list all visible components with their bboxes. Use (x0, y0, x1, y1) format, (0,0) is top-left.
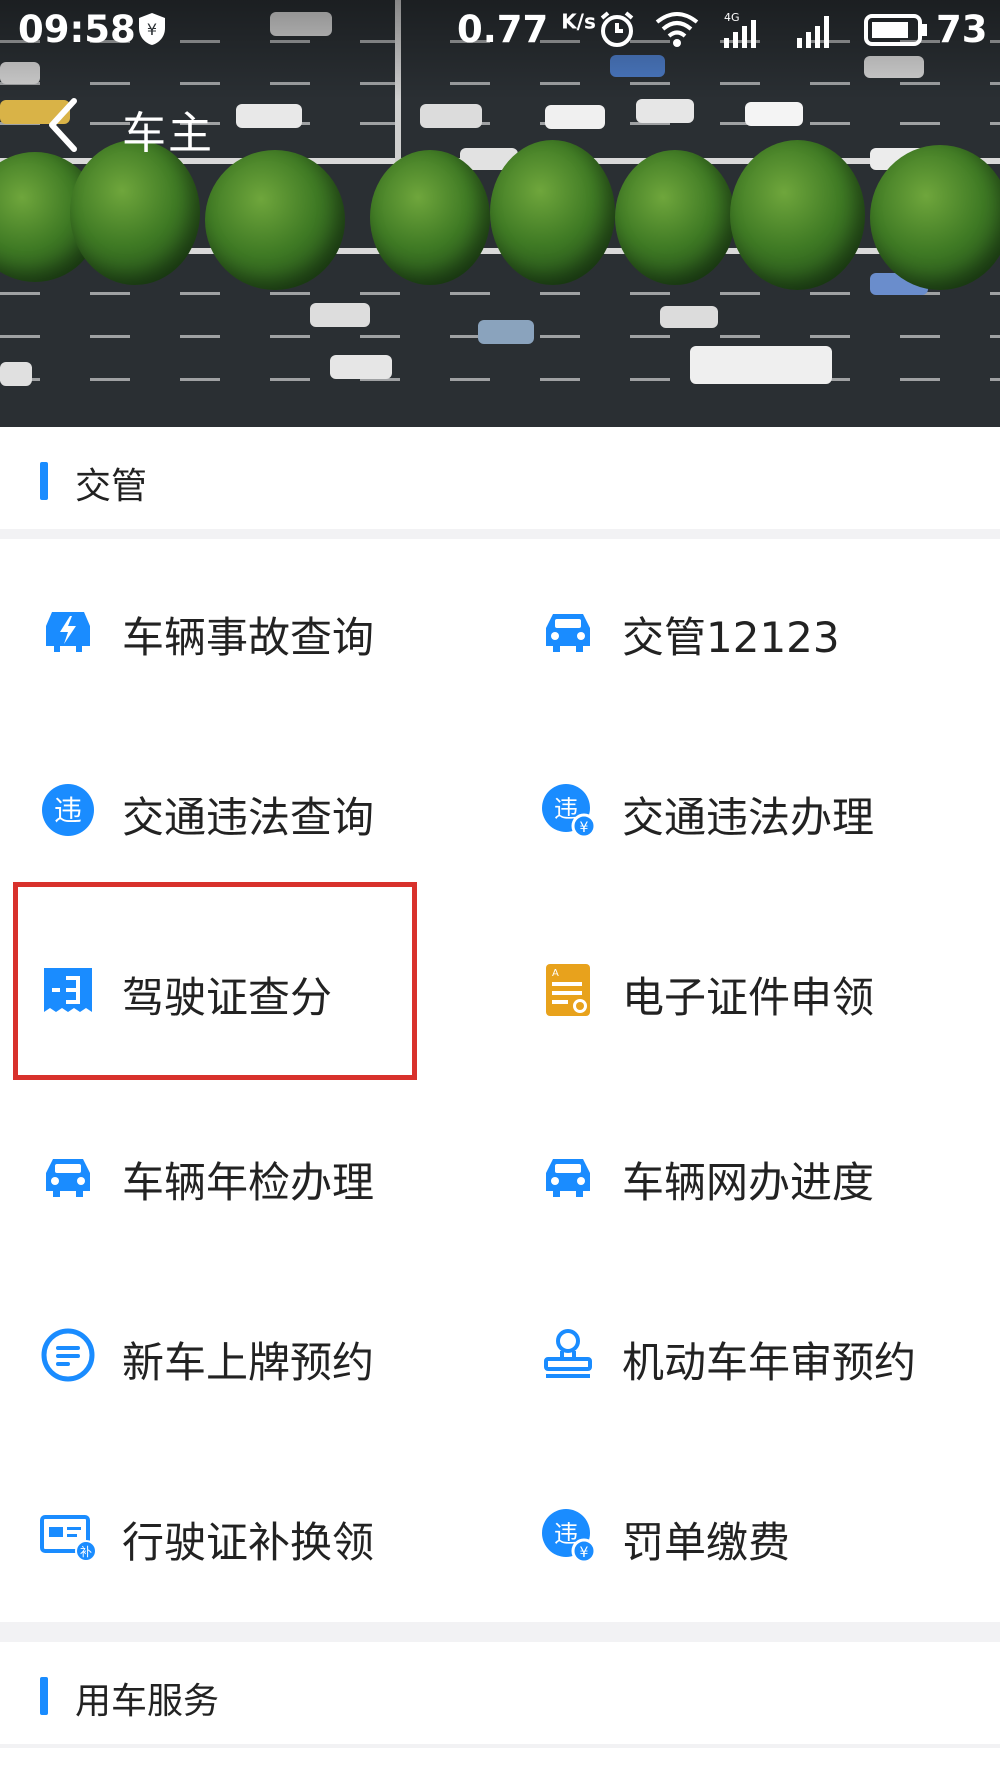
status-time: 09:58 (18, 8, 136, 51)
svg-text:补: 补 (80, 1545, 92, 1559)
grid-item-online-progress[interactable]: 车辆网办进度 (540, 1135, 1000, 1215)
signal-icon (797, 16, 829, 48)
divider (0, 529, 1000, 539)
stamp-icon (544, 1329, 592, 1378)
svg-text:4G: 4G (724, 11, 740, 24)
svg-text:¥: ¥ (580, 820, 589, 836)
divider (0, 1744, 1000, 1748)
car-icon (546, 614, 590, 652)
section-header-car-service: 用车服务 (0, 1642, 1000, 1744)
alarm-icon (600, 11, 634, 47)
svg-text:¥: ¥ (580, 1545, 589, 1561)
grid-item-violation-query[interactable]: 违 交通违法查询 (40, 770, 500, 850)
grid-item-label: 行驶证补换领 (122, 1518, 375, 1567)
section-accent-bar (40, 1677, 48, 1715)
grid-item-label: 电子证件申领 (622, 973, 875, 1022)
list-circle-icon (41, 1328, 95, 1382)
section-header-traffic: 交管 (0, 427, 1000, 529)
back-button[interactable] (40, 95, 84, 155)
grid-item-annual-review[interactable]: 机动车年审预约 (540, 1315, 1000, 1395)
shield-icon: ¥ (139, 13, 165, 45)
section-title: 交管 (75, 466, 148, 507)
battery-level: 73 (936, 8, 988, 51)
grid-item-e-certificate[interactable]: A 电子证件申领 (540, 950, 1000, 1030)
svg-text:¥: ¥ (147, 20, 157, 39)
grid-item-license-replace[interactable]: 补 行驶证补换领 (40, 1495, 500, 1575)
e-certificate-icon: A (546, 964, 590, 1016)
grid-item-label: 车辆事故查询 (122, 613, 375, 662)
divider (0, 1622, 1000, 1642)
grid-item-label: 交通违法查询 (122, 793, 375, 842)
grid-item-label: 车辆年检办理 (122, 1158, 375, 1207)
card-replace-icon: 补 (40, 1515, 96, 1562)
grid-item-label: 罚单缴费 (622, 1518, 791, 1567)
car-icon (546, 1159, 590, 1197)
grid-item-new-car-plate[interactable]: 新车上牌预约 (40, 1315, 500, 1395)
signal-4g-icon: 4G (724, 11, 756, 48)
wifi-icon (655, 12, 699, 47)
svg-text:A: A (552, 968, 559, 979)
grid-item-label: 交管12123 (622, 613, 840, 662)
car-lightning-icon (46, 612, 90, 652)
section-title: 用车服务 (75, 1681, 220, 1722)
grid-item-label: 机动车年审预约 (622, 1338, 917, 1387)
svg-text:违: 违 (54, 794, 82, 827)
network-speed: 0.77 K/s (457, 8, 596, 51)
car-icon (46, 1159, 90, 1197)
section-accent-bar (40, 462, 48, 500)
violation-pay-icon: 违 ¥ (542, 1509, 596, 1563)
grid-item-label: 交通违法办理 (622, 793, 875, 842)
page-title: 车主 (122, 108, 214, 159)
grid-item-fine-payment[interactable]: 违 ¥ 罚单缴费 (540, 1495, 1000, 1575)
grid-item-accident-query[interactable]: 车辆事故查询 (40, 590, 500, 670)
grid-item-label: 车辆网办进度 (622, 1158, 875, 1207)
battery-icon (864, 14, 927, 46)
grid-item-violation-handle[interactable]: 违 ¥ 交通违法办理 (540, 770, 1000, 850)
grid-item-annual-inspection[interactable]: 车辆年检办理 (40, 1135, 500, 1215)
violation-badge-icon: 违 (42, 784, 94, 836)
header-banner: 09:58 ¥ 0.77 K/s 4G 73 车主 (0, 0, 1000, 427)
violation-pay-icon: 违 ¥ (542, 784, 596, 838)
grid-item-12123[interactable]: 交管12123 (540, 590, 1000, 670)
highlight-box (13, 882, 417, 1080)
grid-item-label: 新车上牌预约 (122, 1338, 375, 1387)
status-bar: 09:58 ¥ 0.77 K/s 4G 73 (0, 0, 1000, 62)
